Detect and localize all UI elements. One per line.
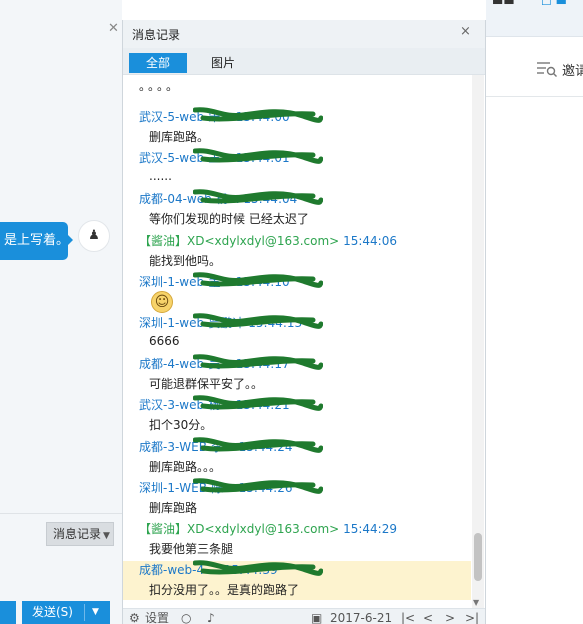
- message-item[interactable]: 【酱油】XD<xdylxdyl@163.com> 15:44:06 能找到他吗。: [123, 232, 471, 273]
- smile-emoji-icon: ☺: [151, 290, 173, 313]
- message-text: 删库跑路。: [149, 130, 210, 144]
- avatar[interactable]: ♟: [78, 220, 110, 252]
- chat-bubble: 是上写着。: [0, 222, 70, 260]
- message-item[interactable]: 武汉-3-web-杨... 15:44:21 扣个30分。: [123, 395, 471, 437]
- top-tab-active[interactable]: ☐ ▬: [541, 0, 567, 8]
- chat-conversation-area: ✕ 是上写着。 ♟ 消息记录 ▼ 发送(S) ▼: [0, 0, 122, 624]
- redaction-scribble: [193, 189, 323, 206]
- send-button-label: 发送(S): [32, 605, 73, 619]
- filter-tabs: 全部 图片: [123, 48, 485, 75]
- message-sender[interactable]: 【酱油】XD<xdylxdyl@163.com>: [139, 522, 339, 536]
- message-text: 删库跑路: [149, 500, 198, 515]
- last-page-icon[interactable]: >|: [465, 609, 479, 624]
- divider: [0, 513, 122, 514]
- redaction-scribble: [193, 148, 323, 165]
- message-item[interactable]: 深圳-1-WEB-陈... 15:44:26 删库跑路: [123, 478, 471, 520]
- send-button[interactable]: 发送(S) ▼: [22, 601, 110, 624]
- clipped-message-text: 。。。。: [139, 79, 182, 93]
- message-header: 【酱油】XD<xdylxdyl@163.com> 15:44:06: [139, 232, 397, 249]
- message-item[interactable]: 深圳-1-web-董... 15:44:10 ☺: [123, 272, 471, 314]
- chevron-down-icon[interactable]: ▼: [92, 601, 99, 624]
- message-item[interactable]: 武汉-5-web-宋... 15:44:00 删库跑路。: [123, 107, 471, 149]
- message-text: 我要他第三条腿: [149, 542, 234, 556]
- message-item[interactable]: 深圳-1-web-贾鹏冲 15:44:13 6666: [123, 313, 471, 355]
- message-header: 【酱油】XD<xdylxdyl@163.com> 15:44:29: [139, 520, 397, 537]
- divider: [84, 604, 85, 621]
- redaction-scribble: [193, 436, 323, 453]
- search-icon[interactable]: ○: [181, 609, 191, 624]
- message-text: 能找到他吗。: [149, 253, 222, 268]
- top-tab[interactable]: ▬▬: [492, 0, 515, 8]
- message-item[interactable]: 成都-04-web-杨... 15:44:04 等你们发现的时候 已经太迟了: [123, 189, 471, 231]
- tab-all[interactable]: 全部: [129, 53, 187, 73]
- redaction-scribble: [193, 272, 323, 288]
- next-page-icon[interactable]: >: [445, 609, 455, 624]
- panel-header: 消息记录 ×: [123, 20, 485, 48]
- chevron-down-icon: ▼: [103, 531, 110, 541]
- invite-label: 邀请: [562, 64, 583, 79]
- settings-icon[interactable]: ⚙: [129, 609, 140, 624]
- scrollbar-thumb[interactable]: [474, 533, 482, 581]
- close-chat-button[interactable]: [0, 601, 16, 624]
- panel-title: 消息记录: [132, 28, 181, 42]
- redaction-scribble: [193, 354, 323, 371]
- message-item[interactable]: 【酱油】XD<xdylxdyl@163.com> 15:44:29 我要他第三条腿: [123, 520, 471, 561]
- list-search-icon: [537, 62, 557, 77]
- history-toolbar: ⚙ 设置 ○ ♪ ▣ 2017-6-21 |< < > >|: [123, 608, 485, 624]
- previous-page-icon[interactable]: <: [423, 609, 433, 624]
- settings-label[interactable]: 设置: [145, 609, 169, 624]
- message-item[interactable]: 武汉-5-web-王... 15:44:01......: [123, 148, 471, 190]
- message-text: 可能退群保平安了。。: [149, 377, 264, 392]
- first-page-icon[interactable]: |<: [401, 609, 415, 624]
- message-text: 删库跑路。。。: [149, 459, 222, 474]
- right-top-bar: ▬▬ ☐ ▬: [486, 0, 583, 37]
- message-text: 扣分没用了。。是真的跑路了: [149, 583, 300, 598]
- scrollbar[interactable]: ▼: [472, 75, 484, 610]
- redaction-scribble: [193, 395, 323, 412]
- tab-images[interactable]: 图片: [211, 53, 235, 73]
- close-icon[interactable]: ✕: [108, 22, 119, 35]
- message-item[interactable]: 成都-4-web-吴... 15:44:17 可能退群保平安了。。: [123, 354, 471, 396]
- redaction-scribble: [193, 313, 323, 329]
- message-time: 15:44:06: [343, 233, 397, 248]
- message-text: 等你们发现的时候 已经太迟了: [149, 212, 309, 227]
- redaction-scribble: [193, 478, 323, 494]
- calendar-icon[interactable]: ▣: [311, 609, 322, 624]
- message-history-label: 消息记录: [53, 527, 102, 541]
- message-text: ......: [149, 169, 172, 184]
- redaction-scribble: [193, 560, 323, 577]
- date-label[interactable]: 2017-6-21: [330, 609, 392, 624]
- redaction-scribble: [193, 107, 323, 123]
- message-text: 扣个30分。: [149, 418, 213, 433]
- message-list: 。。。。 武汉-5-web-宋... 15:44:00 删库跑路。 武汉-5-web…: [123, 75, 471, 610]
- message-history-panel: 消息记录 × 全部 图片 。。。。 武汉-5-web-宋... 15:44:00…: [122, 20, 486, 624]
- message-text: 6666: [149, 334, 180, 348]
- divider: [486, 96, 583, 97]
- message-sender[interactable]: 【酱油】XD<xdylxdyl@163.com>: [139, 234, 339, 248]
- message-history-button[interactable]: 消息记录 ▼: [46, 522, 114, 546]
- close-icon[interactable]: ×: [460, 24, 471, 39]
- chat-bubble-text: 是上写着。: [4, 233, 70, 248]
- avatar-icon: ♟: [88, 228, 100, 243]
- message-item[interactable]: 成都-web-4-... 15:44:39 扣分没用了。。是真的跑路了: [123, 560, 471, 601]
- sound-icon[interactable]: ♪: [207, 609, 215, 624]
- chat-bubble-tail: [66, 233, 73, 247]
- message-time: 15:44:29: [343, 522, 397, 536]
- scroll-down-icon[interactable]: ▼: [473, 598, 479, 607]
- right-panel: ▬▬ ☐ ▬ 邀请: [486, 0, 583, 624]
- message-item[interactable]: 成都-3-WEB-李... 15:44:24 删库跑路。。。: [123, 436, 471, 479]
- invite-button[interactable]: 邀请: [536, 60, 583, 79]
